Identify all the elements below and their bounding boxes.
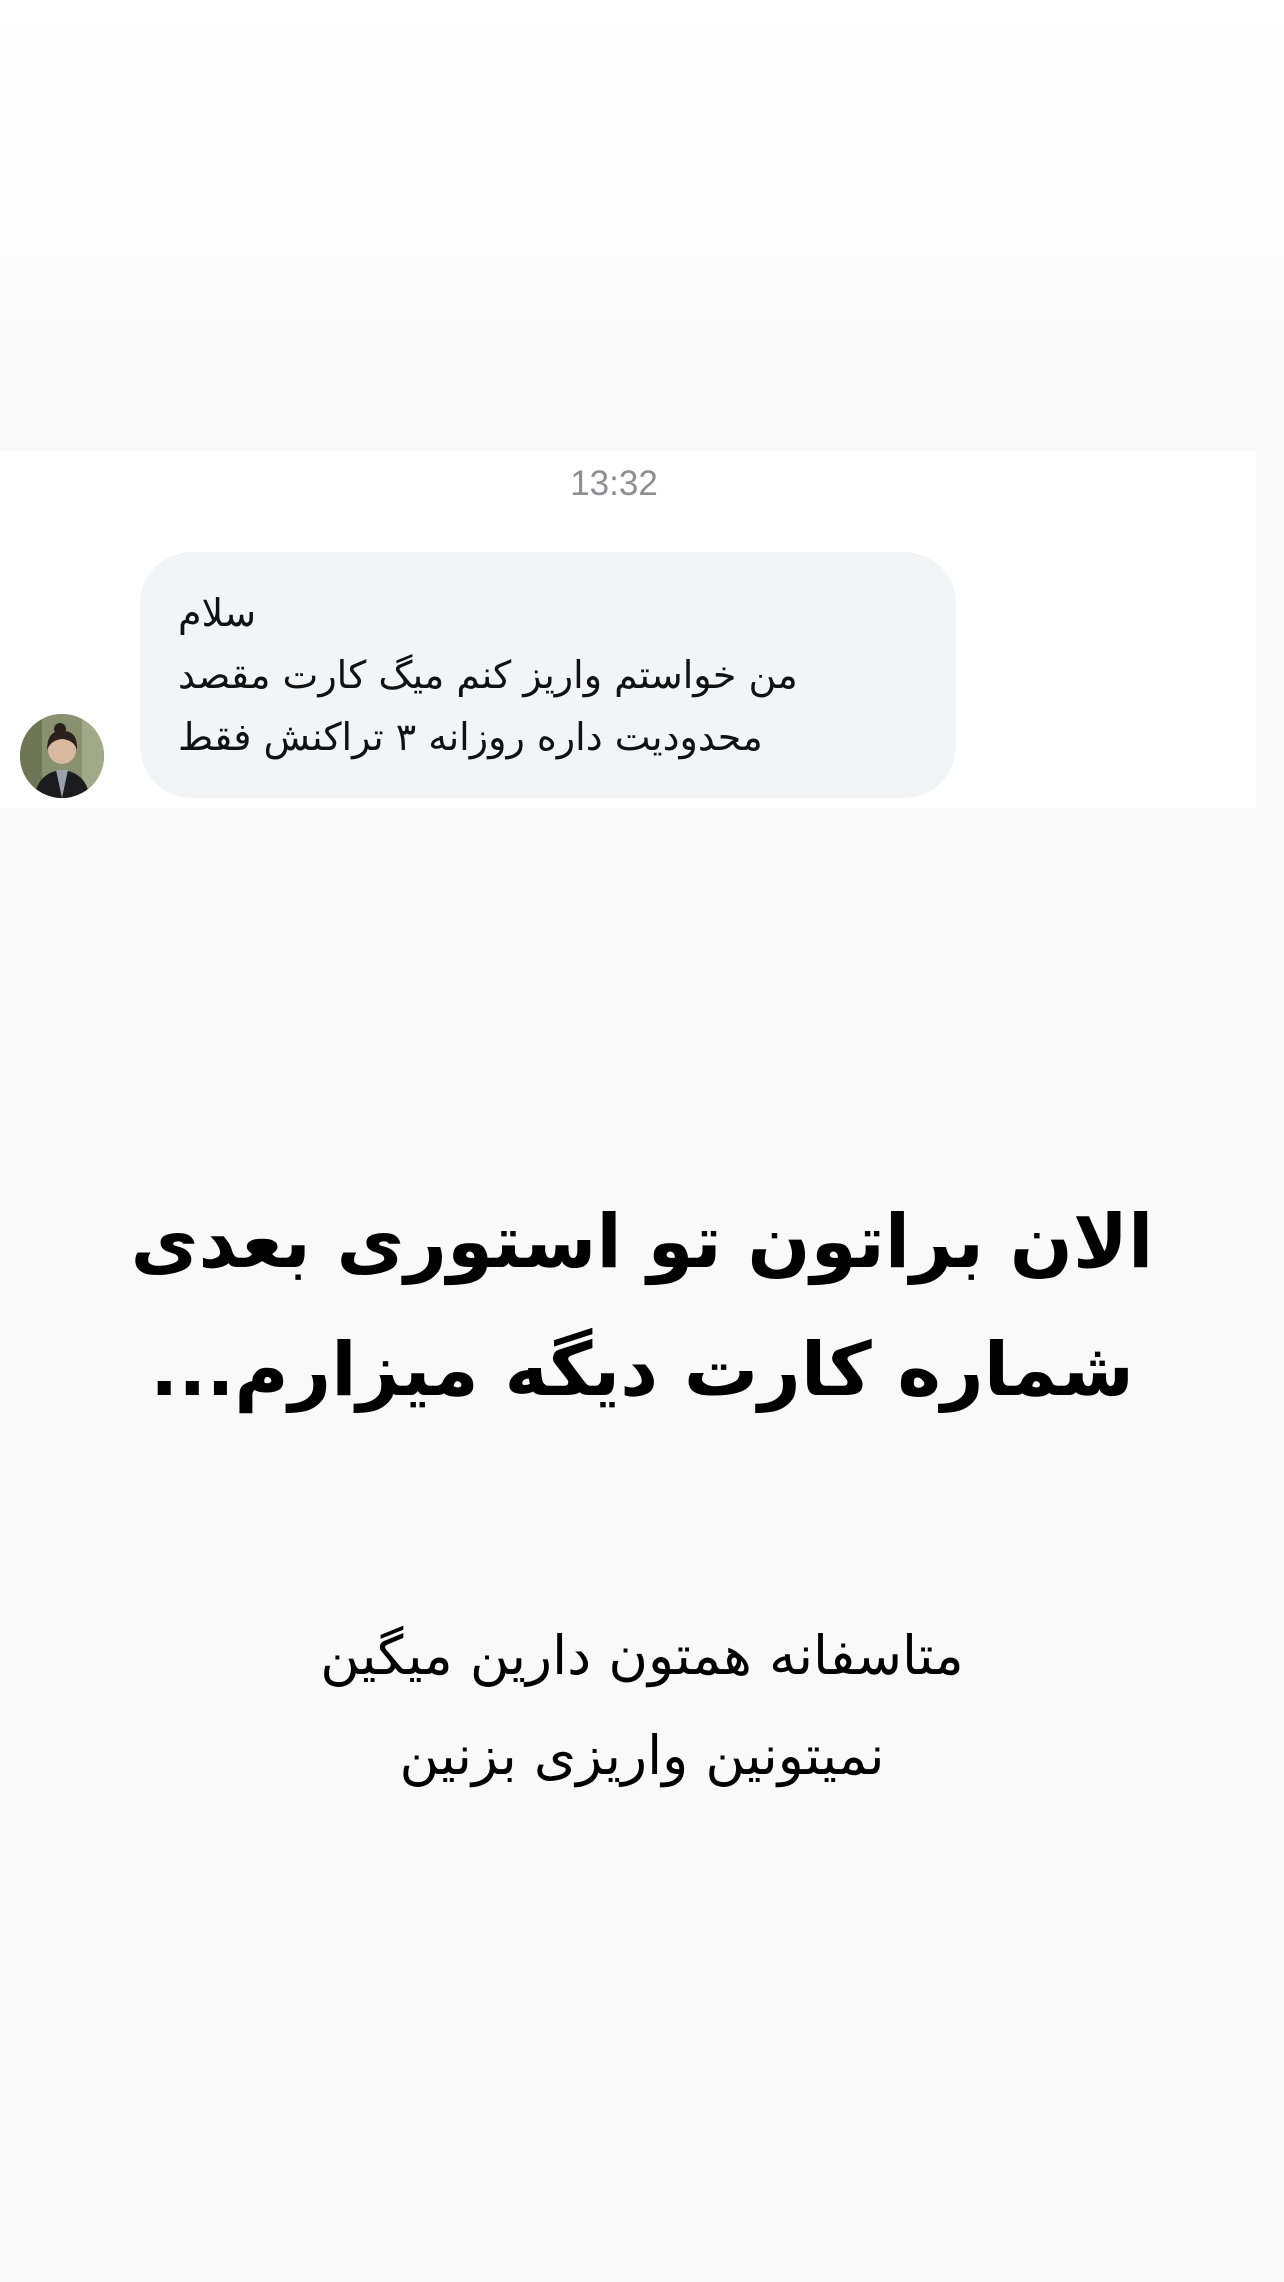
subtext-line: نمیتونین واریزی بزنین <box>399 1724 885 1787</box>
message-timestamp: 13:32 <box>570 464 658 503</box>
story-background-top <box>0 0 1284 450</box>
subtext-line: متاسفانه همتون دارین میگین <box>320 1624 964 1687</box>
message-line: سلام <box>178 591 257 635</box>
message-line: محدودیت داره روزانه ۳ تراکنش فقط <box>178 715 763 759</box>
story-headline: الان براتون تو استوری بعدی شماره کارت دی… <box>0 1178 1284 1434</box>
headline-line: الان براتون تو استوری بعدی <box>130 1199 1154 1285</box>
received-message-bubble[interactable]: سلام من خواستم واریز کنم میگ کارت مقصد م… <box>140 552 956 798</box>
story-subtext: متاسفانه همتون دارین میگین نمیتونین واری… <box>0 1606 1284 1806</box>
dm-screenshot: 13:32 سلام من خواستم واریز کنم میگ کارت … <box>0 450 1256 808</box>
headline-line: شماره کارت دیگه میزارم... <box>150 1327 1134 1413</box>
profile-photo-icon <box>20 714 104 798</box>
message-line: من خواستم واریز کنم میگ کارت مقصد <box>178 653 798 697</box>
sender-avatar <box>20 714 104 798</box>
